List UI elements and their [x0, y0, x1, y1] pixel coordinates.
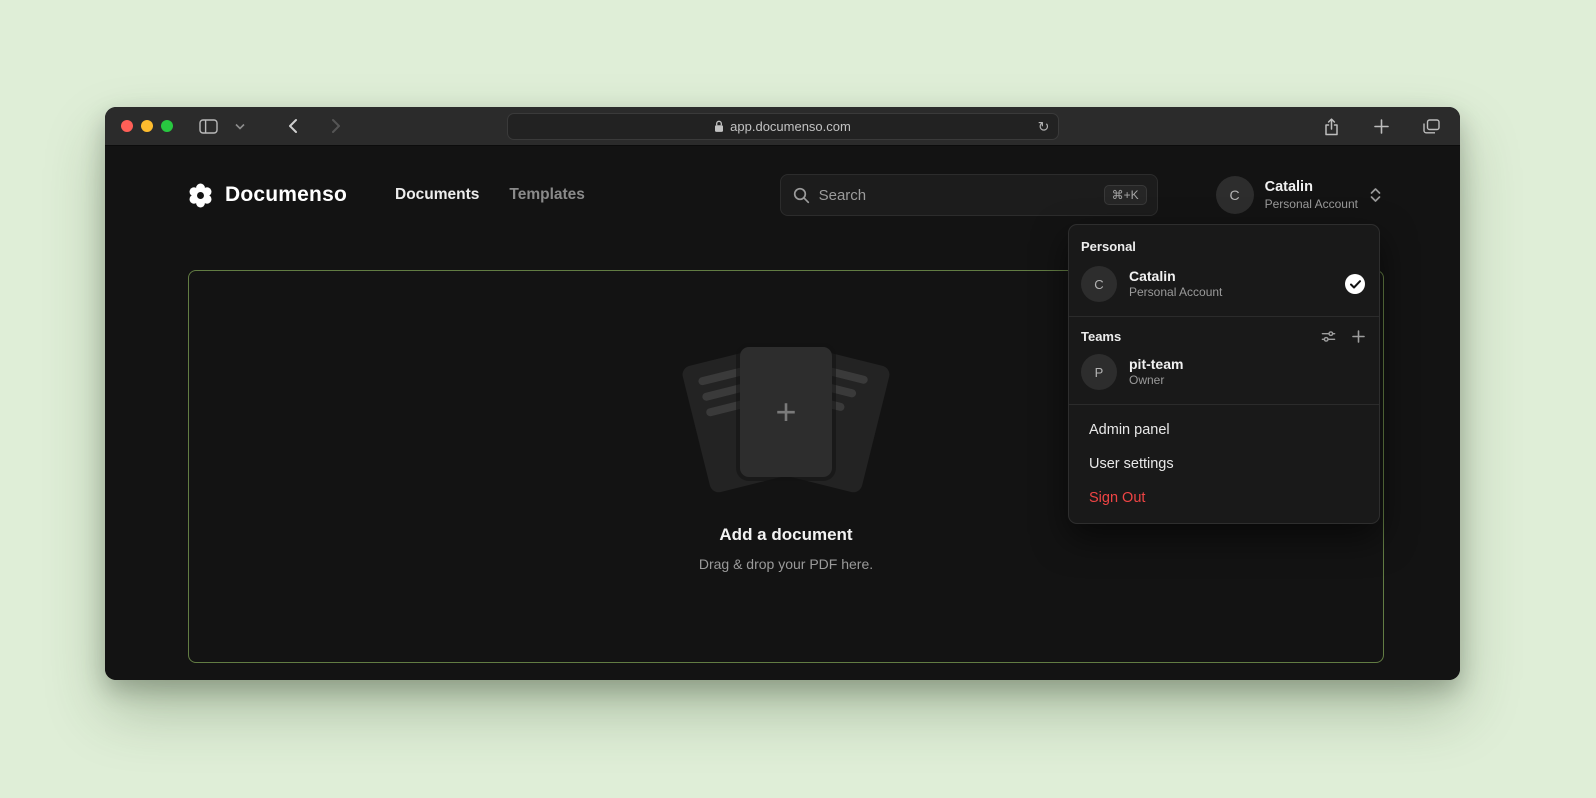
- account-text: Catalin Personal Account: [1265, 178, 1358, 211]
- personal-account-item[interactable]: C Catalin Personal Account: [1069, 260, 1379, 308]
- team-avatar: P: [1081, 354, 1117, 390]
- menu-divider: [1069, 404, 1379, 405]
- account-menu-button[interactable]: C Catalin Personal Account: [1216, 176, 1382, 214]
- tab-overview-button[interactable]: [1418, 115, 1444, 139]
- address-bar[interactable]: app.documenso.com ↻: [507, 113, 1059, 140]
- sidebar-toggle-button[interactable]: [195, 114, 221, 138]
- back-button[interactable]: [279, 114, 305, 138]
- teams-section-header: Teams: [1069, 325, 1379, 348]
- selected-check-icon: [1345, 274, 1365, 294]
- sidebar-icon: [199, 119, 218, 134]
- dropzone-title: Add a document: [719, 525, 852, 545]
- share-icon: [1324, 118, 1339, 136]
- close-button[interactable]: [121, 120, 133, 132]
- personal-account-type: Personal Account: [1129, 285, 1222, 301]
- brand[interactable]: Documenso: [187, 182, 347, 209]
- menu-item-user-settings[interactable]: User settings: [1069, 447, 1379, 481]
- account-dropdown-menu: Personal C Catalin Personal Account Team…: [1068, 224, 1380, 524]
- search-input[interactable]: Search ⌘+K: [780, 174, 1158, 216]
- team-role: Owner: [1129, 373, 1183, 389]
- personal-account-text: Catalin Personal Account: [1129, 267, 1222, 301]
- personal-account-avatar: C: [1081, 266, 1117, 302]
- menu-item-admin-panel[interactable]: Admin panel: [1069, 413, 1379, 447]
- teams-section-label: Teams: [1081, 329, 1121, 344]
- app-content: Documenso Documents Templates Search ⌘+K…: [105, 146, 1460, 680]
- account-name: Catalin: [1265, 178, 1358, 196]
- team-item[interactable]: P pit-team Owner: [1069, 348, 1379, 396]
- plus-icon: [1352, 330, 1365, 343]
- window-controls: [121, 120, 173, 132]
- chevron-down-icon: [235, 123, 245, 130]
- search-placeholder: Search: [819, 187, 867, 204]
- brand-name: Documenso: [225, 183, 347, 207]
- browser-titlebar: app.documenso.com ↻: [105, 107, 1460, 146]
- team-name: pit-team: [1129, 355, 1183, 373]
- illustration-card-center: +: [740, 347, 832, 477]
- account-type: Personal Account: [1265, 197, 1358, 212]
- menu-divider: [1069, 316, 1379, 317]
- main-nav: Documents Templates: [395, 186, 585, 204]
- plus-icon: [1374, 119, 1389, 134]
- browser-window: app.documenso.com ↻: [105, 107, 1460, 680]
- search-shortcut-badge: ⌘+K: [1104, 185, 1147, 205]
- account-avatar: C: [1216, 176, 1254, 214]
- search-icon: [793, 187, 810, 204]
- share-button[interactable]: [1318, 115, 1344, 139]
- sidebar-chevron-button[interactable]: [227, 114, 253, 138]
- documenso-logo-icon: [187, 182, 214, 209]
- tabs-icon: [1423, 119, 1440, 134]
- nav-templates[interactable]: Templates: [509, 186, 585, 204]
- create-team-button[interactable]: [1352, 330, 1365, 343]
- personal-account-name: Catalin: [1129, 267, 1222, 285]
- personal-section-label: Personal: [1069, 231, 1379, 260]
- app-header: Documenso Documents Templates Search ⌘+K…: [187, 172, 1382, 218]
- add-document-plus-icon: +: [775, 394, 796, 430]
- zoom-button[interactable]: [161, 120, 173, 132]
- document-stack-illustration: +: [679, 347, 893, 489]
- dropzone-subtitle: Drag & drop your PDF here.: [699, 556, 873, 572]
- minimize-button[interactable]: [141, 120, 153, 132]
- back-arrow-icon: [287, 118, 298, 134]
- reload-icon[interactable]: ↻: [1038, 118, 1050, 135]
- forward-button[interactable]: [323, 114, 349, 138]
- url-text: app.documenso.com: [730, 119, 851, 134]
- manage-teams-button[interactable]: [1321, 329, 1336, 344]
- menu-item-sign-out[interactable]: Sign Out: [1069, 481, 1379, 515]
- nav-documents[interactable]: Documents: [395, 186, 479, 204]
- new-tab-button[interactable]: [1368, 115, 1394, 139]
- sliders-icon: [1321, 329, 1336, 344]
- team-text: pit-team Owner: [1129, 355, 1183, 389]
- lock-icon: [714, 120, 724, 133]
- chevron-up-down-icon: [1369, 186, 1382, 204]
- forward-arrow-icon: [331, 118, 342, 134]
